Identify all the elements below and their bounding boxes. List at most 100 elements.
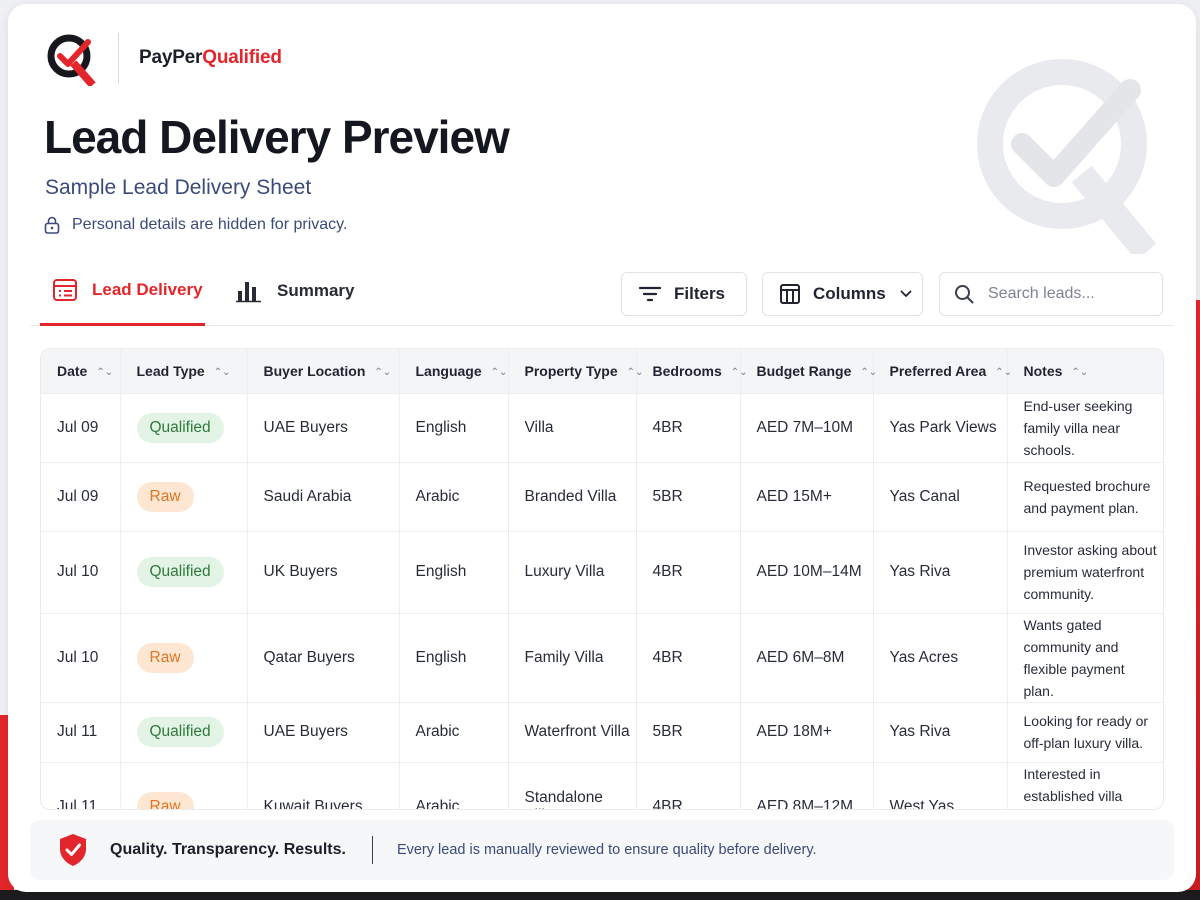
footer-bar: Quality. Transparency. Results. Every le… [30, 820, 1174, 880]
leads-table-container: Date ⌃⌄ Lead Type ⌃⌄ Buyer Location ⌃⌄ Lang… [40, 348, 1164, 810]
cell-location: Saudi Arabia [247, 461, 400, 531]
cell-lead-type: Qualified [120, 701, 248, 762]
lead-type-badge: Raw [136, 481, 194, 512]
shield-check-icon [60, 834, 86, 866]
lead-type-badge: Qualified [136, 717, 224, 747]
cell-date: Jul 09 [41, 392, 121, 462]
sort-icon[interactable]: ⌃⌄ [860, 367, 877, 378]
watermark-logo [977, 59, 1157, 254]
cell-area: Yas Riva [873, 701, 1008, 762]
columns-icon [780, 284, 800, 304]
cell-location: UAE Buyers [247, 392, 400, 462]
column-header-notes[interactable]: Notes ⌃⌄ [1007, 349, 1163, 393]
cell-notes: Looking for ready or off-plan luxury vil… [1007, 701, 1163, 762]
column-header-preferred-area[interactable]: Preferred Area ⌃⌄ [873, 349, 1012, 393]
cell-location: UAE Buyers [247, 701, 400, 762]
table-body: Jul 09 Qualified UAE Buyers English Villa 4BR… [41, 392, 1163, 809]
table-row[interactable]: Jul 11 Qualified UAE Buyers Arabic Waterfron… [41, 701, 1163, 762]
tab-lead-delivery-label: Lead Delivery [92, 279, 203, 299]
sort-icon[interactable]: ⌃⌄ [491, 367, 508, 378]
cell-area: Yas Canal [873, 461, 1008, 531]
cell-language: English [399, 612, 509, 702]
columns-button[interactable]: Columns [762, 272, 923, 316]
brand-name-accent: Qualified [202, 47, 282, 68]
cell-bedrooms: 4BR [636, 761, 741, 809]
table-list-icon [53, 278, 77, 301]
tab-summary[interactable]: Summary [235, 256, 354, 326]
privacy-note-text: Personal details are hidden for privacy. [72, 216, 348, 233]
cell-lead-type: Raw [120, 461, 248, 531]
cell-location: Kuwait Buyers [247, 761, 400, 809]
cell-notes: End-user seeking family villa near schoo… [1007, 392, 1163, 462]
column-header-label: Language [415, 362, 482, 379]
cell-notes: Investor asking about premium waterfront… [1007, 530, 1163, 613]
cell-property: Standalone Villa [508, 761, 637, 809]
lock-icon [44, 216, 60, 234]
sort-icon[interactable]: ⌃⌄ [1071, 367, 1088, 378]
lead-type-badge: Qualified [136, 412, 224, 443]
brand-divider [118, 33, 119, 83]
cell-notes: Wants gated community and flexible payme… [1007, 612, 1163, 702]
privacy-note: Personal details are hidden for privacy. [44, 216, 347, 234]
lead-type-badge: Raw [136, 642, 194, 673]
brand[interactable]: PayPerQualified [44, 30, 282, 86]
cell-date: Jul 10 [41, 612, 121, 702]
cell-property: Branded Villa [508, 461, 637, 531]
cell-property: Waterfront Villa [508, 701, 637, 762]
column-header-bedrooms[interactable]: Bedrooms ⌃⌄ [636, 349, 748, 393]
sort-icon[interactable]: ⌃⌄ [96, 367, 113, 378]
cell-property: Luxury Villa [508, 530, 637, 613]
sort-icon[interactable]: ⌃⌄ [627, 367, 644, 378]
sort-icon[interactable]: ⌃⌄ [214, 367, 231, 378]
cell-language: English [399, 530, 509, 613]
footer-note: Every lead is manually reviewed to ensur… [396, 842, 817, 858]
cell-budget: AED 8M–12M [740, 761, 874, 809]
cell-budget: AED 7M–10M [740, 392, 874, 462]
column-header-budget-range[interactable]: Budget Range ⌃⌄ [740, 349, 877, 393]
tab-lead-delivery[interactable]: Lead Delivery [40, 256, 205, 326]
cell-notes: Interested in established villa communit… [1007, 761, 1163, 809]
column-header-property-type[interactable]: Property Type ⌃⌄ [508, 349, 643, 393]
cell-language: Arabic [399, 701, 509, 762]
column-header-buyer-location[interactable]: Buyer Location ⌃⌄ [247, 349, 400, 393]
column-header-lead-type[interactable]: Lead Type ⌃⌄ [120, 349, 248, 393]
cell-lead-type: Raw [120, 761, 248, 809]
table-row[interactable]: Jul 09 Qualified UAE Buyers English Villa 4BR… [41, 392, 1163, 462]
bar-chart-icon [236, 282, 261, 303]
cell-language: Arabic [399, 761, 509, 809]
search-input[interactable] [988, 285, 1148, 303]
footer-tagline: Quality. Transparency. Results. [110, 841, 346, 858]
cell-lead-type: Qualified [120, 530, 248, 613]
filters-button[interactable]: Filters [621, 272, 747, 316]
cell-date: Jul 11 [41, 761, 121, 809]
table-row[interactable]: Jul 09 Raw Saudi Arabia Arabic Branded Villa… [41, 461, 1163, 531]
columns-button-label: Columns [813, 284, 886, 303]
cell-notes: Requested brochure and payment plan. [1007, 461, 1163, 531]
cell-bedrooms: 4BR [636, 612, 741, 702]
search-box[interactable] [939, 272, 1163, 316]
cell-budget: AED 10M–14M [740, 530, 874, 613]
cell-property: Family Villa [508, 612, 637, 702]
sort-icon[interactable]: ⌃⌄ [995, 367, 1012, 378]
sort-icon[interactable]: ⌃⌄ [374, 367, 391, 378]
column-header-label: Buyer Location [263, 362, 366, 379]
column-header-label: Preferred Area [889, 362, 987, 379]
leads-table: Date ⌃⌄ Lead Type ⌃⌄ Buyer Location ⌃⌄ Lang… [41, 349, 1163, 809]
table-row[interactable]: Jul 10 Raw Qatar Buyers English Family Villa… [41, 612, 1163, 702]
brand-logo-icon [47, 34, 96, 86]
page-subtitle: Sample Lead Delivery Sheet [45, 176, 312, 199]
cell-date: Jul 11 [41, 701, 121, 762]
cell-bedrooms: 5BR [636, 701, 741, 762]
lead-type-badge: Raw [136, 791, 194, 809]
brand-name: PayPerQualified [139, 47, 282, 69]
column-header-label: Budget Range [756, 362, 852, 379]
sort-icon[interactable]: ⌃⌄ [731, 367, 748, 378]
cell-language: Arabic [399, 461, 509, 531]
column-header-label: Bedrooms [652, 362, 722, 379]
table-row[interactable]: Jul 11 Raw Kuwait BuyersArabicStandalone V… [41, 761, 1163, 809]
cell-area: Yas Riva [873, 530, 1008, 613]
column-header-language[interactable]: Language ⌃⌄ [399, 349, 509, 393]
column-header-date[interactable]: Date ⌃⌄ [41, 349, 121, 393]
table-row[interactable]: Jul 10 Qualified UK Buyers English Luxury Vi… [41, 530, 1163, 613]
cell-area: West Yas [873, 761, 1008, 809]
